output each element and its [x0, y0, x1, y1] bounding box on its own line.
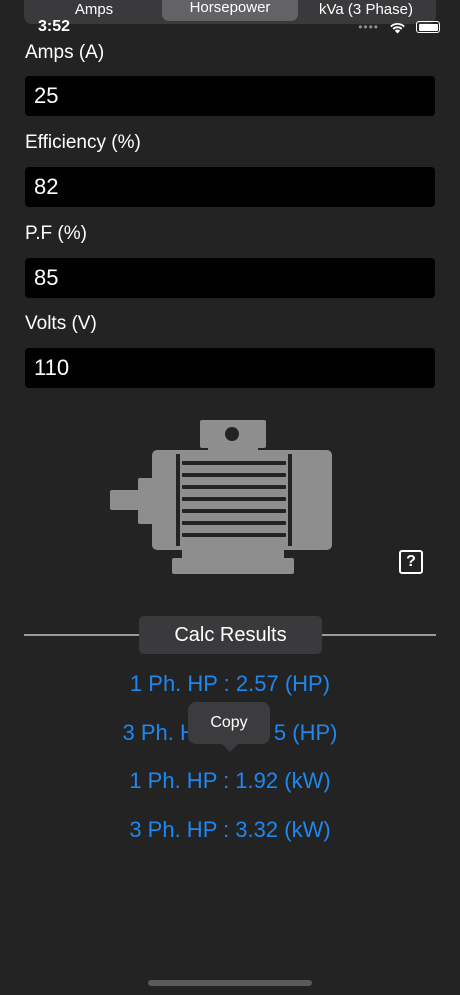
result-text: 1 Ph. HP : 1.92 (kW)	[129, 768, 331, 793]
status-time: 3:52	[38, 18, 71, 35]
calc-results-header: Calc Results	[139, 616, 322, 654]
electric-motor-icon	[110, 420, 332, 574]
volts-field[interactable]: 110	[25, 348, 435, 388]
amps-field[interactable]: 25	[25, 76, 435, 116]
wifi-icon	[390, 22, 405, 33]
status-icons: ••••	[358, 20, 440, 34]
home-indicator[interactable]	[148, 980, 312, 986]
result-text: 3 Ph. H	[122, 720, 196, 745]
result-1ph-kw[interactable]: 1 Ph. HP : 1.92 (kW)	[0, 768, 460, 794]
help-button[interactable]: ?	[399, 550, 423, 574]
efficiency-field[interactable]: 82	[25, 167, 435, 207]
result-1ph-hp[interactable]: 1 Ph. HP : 2.57 (HP)	[0, 671, 460, 697]
result-3ph-kw[interactable]: 3 Ph. HP : 3.32 (kW)	[0, 817, 460, 843]
signal-dots-icon: ••••	[358, 20, 379, 34]
volts-label: Volts (V)	[25, 313, 97, 334]
amps-label: Amps (A)	[25, 42, 105, 63]
tooltip-arrow	[221, 743, 239, 752]
result-text-suffix: 5 (HP)	[273, 720, 338, 745]
result-text: 1 Ph. HP : 2.57 (HP)	[129, 671, 331, 696]
efficiency-label: Efficiency (%)	[25, 132, 141, 153]
battery-icon	[416, 21, 440, 33]
tab-horsepower[interactable]: Horsepower	[162, 0, 298, 21]
copy-tooltip[interactable]: Copy	[188, 702, 270, 744]
result-text: 3 Ph. HP : 3.32 (kW)	[129, 817, 331, 842]
power-factor-field[interactable]: 85	[25, 258, 435, 298]
power-factor-label: P.F (%)	[25, 223, 87, 244]
tab-kva-3-phase[interactable]: kVa (3 Phase)	[298, 0, 434, 21]
